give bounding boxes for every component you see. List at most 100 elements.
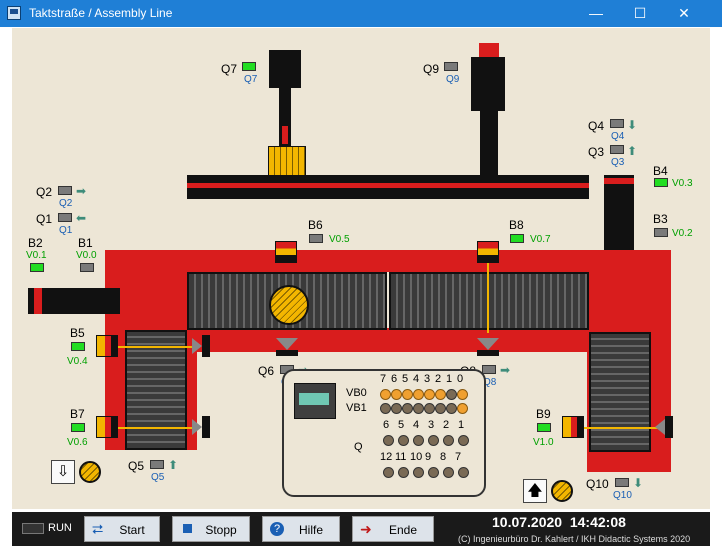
conveyor-belt-left [125, 330, 187, 450]
vb-bit-number: 4 [413, 373, 420, 385]
b3-label: B3 [653, 212, 668, 226]
run-label: RUN [48, 522, 72, 534]
q5-label: Q5 [128, 459, 145, 473]
q-lamp [428, 435, 439, 446]
b4-sublabel: V0.3 [672, 178, 693, 189]
press-q7-head [269, 50, 301, 88]
q3-label: Q3 [588, 145, 605, 159]
arrow-up-icon: ⬆ [168, 458, 179, 472]
bit-lamp [435, 389, 446, 400]
sensor-b5-reflector [192, 338, 202, 354]
workpiece [269, 285, 309, 325]
sensor-b5-reflector-base [202, 335, 210, 357]
sensor-b5-flag [96, 335, 118, 357]
add-workpiece-button[interactable]: 🡅 [523, 479, 547, 503]
bit-lamp [391, 403, 402, 414]
sensor-b7-reflector-base [202, 416, 210, 438]
b1-sublabel: V0.0 [76, 250, 97, 261]
sensor-b8-flag [477, 241, 499, 263]
b7-sublabel: V0.6 [67, 437, 88, 448]
q6-label: Q6 [258, 364, 275, 378]
remove-workpiece-button[interactable]: ⇩ [51, 460, 75, 484]
plc-panel: VB0 VB1 Q 76543210 654321 12 11 10 9 8 7 [282, 369, 486, 497]
close-button[interactable]: ✕ [662, 0, 706, 27]
q1-sublabel: Q1 [59, 225, 73, 236]
q-bit-number: 3 [428, 419, 435, 431]
b5-indicator [71, 342, 85, 351]
pusher-q8-base [477, 350, 499, 356]
control-bar: RUN ⮂ Start Stopp ? Hilfe ➜ Ende 10.07.2… [12, 512, 710, 546]
q5-indicator [150, 460, 164, 469]
minimize-button[interactable]: — [574, 0, 618, 27]
vb-bit-number: 2 [435, 373, 442, 385]
vb-bit-number: 7 [380, 373, 387, 385]
q3-indicator [610, 145, 624, 154]
q-lamp [458, 467, 469, 478]
start-button[interactable]: ⮂ Start [84, 516, 160, 542]
vb-bit-number: 5 [402, 373, 409, 385]
q7-label: Q7 [221, 62, 238, 76]
q-lamp [428, 467, 439, 478]
main-frame-top [105, 250, 671, 272]
q1-indicator [58, 213, 72, 222]
b6-sublabel: V0.5 [329, 234, 350, 245]
bit-lamp [380, 389, 391, 400]
workpiece-indicator-right [551, 480, 573, 502]
bit-lamp [446, 403, 457, 414]
sensor-b8-beam [487, 263, 489, 333]
sensor-b9-beam [584, 427, 658, 429]
sensor-b7-beam [118, 427, 194, 429]
b4-indicator [654, 178, 668, 187]
exit-button[interactable]: ➜ Ende [352, 516, 434, 542]
q-lamp [413, 435, 424, 446]
q-bit-number: 12 [380, 451, 393, 463]
q-lamp [398, 467, 409, 478]
b6-indicator [309, 234, 323, 243]
drill-q9-spindle [480, 111, 498, 175]
vb-bit-number: 0 [457, 373, 464, 385]
vb-bit-number: 3 [424, 373, 431, 385]
q-bit-number: 11 [395, 451, 407, 463]
q9-indicator [444, 62, 458, 71]
b1-label: B1 [78, 236, 93, 250]
q9-label: Q9 [423, 62, 440, 76]
vb-bit-number: 1 [446, 373, 453, 385]
sensor-b9-reflector [655, 419, 665, 435]
b2-label: B2 [28, 236, 43, 250]
pusher-q8 [477, 338, 499, 350]
b8-label: B8 [509, 218, 524, 232]
q-bit-number: 9 [425, 451, 432, 463]
bit-lamp [391, 389, 402, 400]
b2-sublabel: V0.1 [26, 250, 47, 261]
left-column-frame-right [187, 352, 197, 450]
b7-indicator [71, 423, 85, 432]
b3-sublabel: V0.2 [672, 228, 693, 239]
q-lamp [413, 467, 424, 478]
conveyor-belt-right [589, 332, 651, 452]
b5-label: B5 [70, 326, 85, 340]
push-cylinder-plate [120, 282, 128, 318]
q-bit-number: 7 [455, 451, 462, 463]
bit-lamp [457, 389, 468, 400]
q-bit-number: 2 [443, 419, 450, 431]
pusher-q6 [276, 338, 298, 350]
bit-lamp [446, 389, 457, 400]
q8-indicator [482, 365, 496, 374]
sensor-b9-flag [562, 416, 584, 438]
b5-sublabel: V0.4 [67, 356, 88, 367]
q10-indicator [615, 478, 629, 487]
sensor-b5-beam [118, 346, 194, 348]
arrow-left-icon: ⬅ [76, 211, 87, 225]
bit-lamp [402, 403, 413, 414]
q-lamp [458, 435, 469, 446]
b7-label: B7 [70, 407, 85, 421]
bit-lamp [402, 389, 413, 400]
pusher-q6-base [276, 350, 298, 356]
q1-label: Q1 [36, 212, 53, 226]
b4-label: B4 [653, 164, 668, 178]
help-button[interactable]: ? Hilfe [262, 516, 340, 542]
sensor-b9-reflector-base [665, 416, 673, 438]
maximize-button[interactable]: ☐ [618, 0, 662, 27]
stop-button[interactable]: Stopp [172, 516, 250, 542]
b9-label: B9 [536, 407, 551, 421]
